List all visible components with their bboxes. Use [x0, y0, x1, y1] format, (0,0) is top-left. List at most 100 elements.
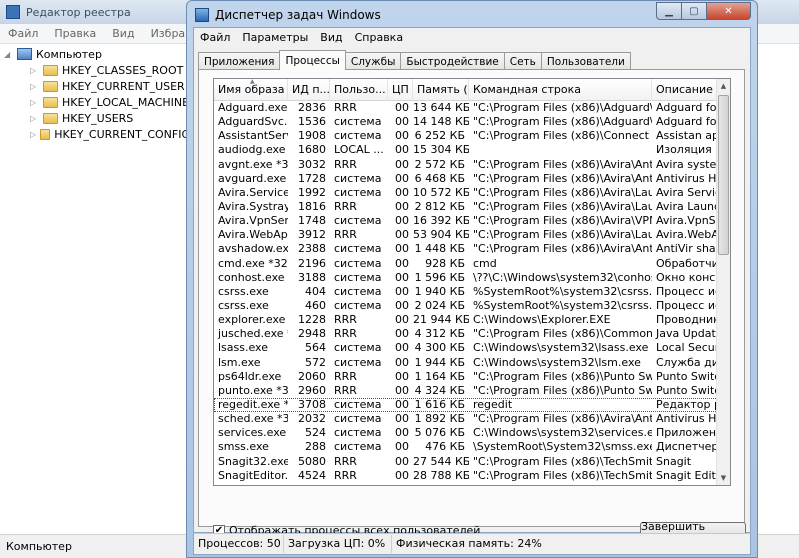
registry-tree: ◢ Компьютер ▷ HKEY_CLASSES_ROOT ▷ HKEY_C…	[0, 44, 190, 534]
table-row[interactable]: punto.exe *32 2960 RRR 00 4 324 КБ "C:\Progra…	[214, 384, 718, 398]
column-header-cpu[interactable]: ЦП	[388, 79, 413, 101]
reg-menu-view[interactable]: Вид	[104, 27, 142, 40]
table-row[interactable]: Avira.Service... 1992 система 00 10 572 КБ "C…	[214, 186, 718, 200]
expand-icon[interactable]: ▷	[30, 66, 39, 75]
tm-menu-options[interactable]: Параметры	[236, 31, 314, 44]
scroll-up-icon[interactable]: ▲	[717, 79, 730, 93]
scroll-down-icon[interactable]: ▼	[717, 471, 730, 485]
table-row[interactable]: avshadow.exe 2388 система 00 1 448 КБ "C:\Pro…	[214, 242, 718, 256]
table-row[interactable]: avgnt.exe *32 3032 RRR 00 2 572 КБ "C:\Progra…	[214, 158, 718, 172]
cell-cpu: 00	[395, 270, 409, 284]
status-physical-memory: Физическая память: 24%	[396, 537, 542, 550]
expand-icon[interactable]: ▷	[30, 98, 39, 107]
close-button[interactable]: ✕	[707, 2, 751, 20]
table-row[interactable]: SnagitEditor.e... 4524 RRR 00 28 788 КБ "C:\P…	[214, 469, 718, 483]
tree-item-hku[interactable]: ▷ HKEY_USERS	[0, 110, 190, 126]
table-row[interactable]: audiodg.exe 1680 LOCAL ... 00 15 304 КБ Изоля…	[214, 143, 718, 157]
maximize-icon: ▢	[689, 5, 699, 17]
table-row[interactable]: avguard.exe ... 1728 система 00 6 468 КБ "C:\…	[214, 172, 718, 186]
table-row[interactable]: Adguard.exe *32 2836 RRR 00 13 644 КБ "C:\Pro…	[214, 101, 718, 115]
cell-cpu: 00	[395, 228, 409, 242]
table-row[interactable]: regedit.exe *32 3708 система 00 1 616 КБ rege…	[214, 397, 718, 413]
table-row[interactable]: csrss.exe 460 система 00 2 024 КБ %SystemRoot…	[214, 299, 718, 313]
cell-cpu: 00	[395, 157, 409, 171]
column-header-pid[interactable]: ИД п...	[288, 79, 330, 101]
tab-applications[interactable]: Приложения	[198, 52, 281, 70]
table-row[interactable]: Avira.VpnServ... 1748 система 00 16 392 КБ "C…	[214, 214, 718, 228]
table-row[interactable]: lsass.exe 564 система 00 4 300 КБ C:\Windows\…	[214, 341, 718, 355]
tree-item-hklm[interactable]: ▷ HKEY_LOCAL_MACHINE	[0, 94, 190, 110]
tab-performance[interactable]: Быстродействие	[400, 52, 505, 70]
reg-menu-file[interactable]: Файл	[0, 27, 46, 40]
cell-memory: 10 572 КБ	[413, 185, 469, 199]
cell-pid: 460	[305, 298, 326, 312]
cell-description: Окно консоли у	[656, 270, 718, 284]
table-row[interactable]: ps64ldr.exe 2060 RRR 00 1 164 КБ "C:\Program …	[214, 370, 718, 384]
expand-icon[interactable]: ▷	[30, 82, 39, 91]
tm-menu-help[interactable]: Справка	[349, 31, 409, 44]
table-row[interactable]: smss.exe 288 система 00 476 КБ \SystemRoot\Sy…	[214, 440, 718, 454]
table-row[interactable]: cmd.exe *32 2196 система 00 928 КБ cmd Обработ…	[214, 257, 718, 271]
process-list[interactable]: Имя образа ИД п... Пользо... ЦП Память (…	[213, 78, 731, 486]
cell-pid: 1228	[298, 313, 326, 327]
tree-item-hkcc[interactable]: ▷ HKEY_CURRENT_CONFIG	[0, 126, 190, 142]
table-row[interactable]: conhost.exe 3188 система 00 1 596 КБ \??\C:\W…	[214, 271, 718, 285]
cell-memory: 27 544 КБ	[413, 454, 469, 468]
cell-image-name: csrss.exe	[218, 298, 269, 312]
cell-pid: 3032	[298, 157, 326, 171]
tab-users[interactable]: Пользователи	[540, 52, 631, 70]
table-row[interactable]: Avira.WebApp... 3912 RRR 00 53 904 КБ "C:\Pro…	[214, 228, 718, 242]
expand-icon[interactable]: ▷	[30, 114, 39, 123]
column-header-memory[interactable]: Память (...	[413, 79, 469, 101]
table-row[interactable]: AdguardSvc.exe... 1536 система 00 14 148 КБ "…	[214, 115, 718, 129]
table-row[interactable]: csrss.exe 404 система 00 1 940 КБ %SystemRoot…	[214, 285, 718, 299]
maximize-button[interactable]: ▢	[682, 2, 707, 20]
table-row[interactable]: sched.exe *32 2032 система 00 1 892 КБ "C:\Pr…	[214, 412, 718, 426]
tm-menu-view[interactable]: Вид	[314, 31, 348, 44]
scrollbar-thumb[interactable]	[718, 95, 729, 255]
cell-pid: 3912	[298, 228, 326, 242]
tree-item-label: Компьютер	[36, 47, 102, 61]
cell-pid: 564	[305, 341, 326, 355]
cell-cpu: 00	[395, 256, 409, 270]
table-row[interactable]: jusched.exe *32 2948 RRR 00 4 312 КБ "C:\Prog…	[214, 327, 718, 341]
cell-user: RRR	[334, 228, 357, 242]
tab-network[interactable]: Сеть	[503, 52, 542, 70]
cell-cpu: 00	[395, 284, 409, 298]
tree-item-hkcr[interactable]: ▷ HKEY_CLASSES_ROOT	[0, 62, 190, 78]
cell-command-line: C:\Windows\Explorer.EXE	[473, 313, 611, 327]
expand-icon[interactable]: ▷	[30, 130, 36, 139]
cell-memory: 6 468 КБ	[414, 171, 465, 185]
cell-cpu: 00	[395, 468, 409, 482]
collapse-icon[interactable]: ◢	[4, 50, 13, 59]
table-row[interactable]: explorer.exe 1228 RRR 00 21 944 КБ C:\Windows…	[214, 313, 718, 327]
tree-item-hkcu[interactable]: ▷ HKEY_CURRENT_USER	[0, 78, 190, 94]
cell-image-name: Avira.Service...	[218, 185, 288, 199]
minimize-icon: ▁	[665, 5, 673, 17]
task-manager-body: Файл Параметры Вид Справка Приложения Пр…	[193, 27, 751, 546]
tree-item-computer[interactable]: ◢ Компьютер	[0, 46, 190, 62]
column-header-description[interactable]: Описание	[652, 79, 718, 101]
table-row[interactable]: services.exe 524 система 00 5 076 КБ C:\Windo…	[214, 426, 718, 440]
task-manager-tabs: Приложения Процессы Службы Быстродействи…	[198, 50, 631, 70]
table-row[interactable]: Avira.Systray... 1816 RRR 00 2 812 КБ "C:\Pro…	[214, 200, 718, 214]
minimize-button[interactable]: ▁	[656, 2, 682, 20]
table-row[interactable]: lsm.exe 572 система 00 1 944 КБ C:\Windows\sy…	[214, 356, 718, 370]
cell-memory: 2 024 КБ	[414, 298, 465, 312]
table-row[interactable]: Snagit32.exe ... 5080 RRR 00 27 544 КБ "C:\Pr…	[214, 455, 718, 469]
cell-pid: 2960	[298, 383, 326, 397]
column-header-image-name[interactable]: Имя образа	[214, 79, 288, 101]
task-manager-menubar: Файл Параметры Вид Справка	[194, 28, 750, 46]
cell-image-name: Adguard.exe *32	[218, 101, 288, 114]
reg-menu-edit[interactable]: Правка	[46, 27, 104, 40]
table-row[interactable]: AssistantServi... 1908 система 00 6 252 КБ "C…	[214, 129, 718, 143]
tm-menu-file[interactable]: Файл	[194, 31, 236, 44]
column-header-user[interactable]: Пользо...	[330, 79, 388, 101]
cell-user: система	[334, 115, 382, 129]
vertical-scrollbar[interactable]: ▲ ▼	[716, 79, 730, 485]
tab-services[interactable]: Службы	[344, 52, 402, 70]
tab-processes[interactable]: Процессы	[279, 50, 346, 70]
task-manager-titlebar[interactable]: Диспетчер задач Windows ▁ ▢ ✕	[187, 1, 757, 29]
column-header-command-line[interactable]: Командная строка	[469, 79, 652, 101]
close-icon: ✕	[724, 5, 733, 17]
